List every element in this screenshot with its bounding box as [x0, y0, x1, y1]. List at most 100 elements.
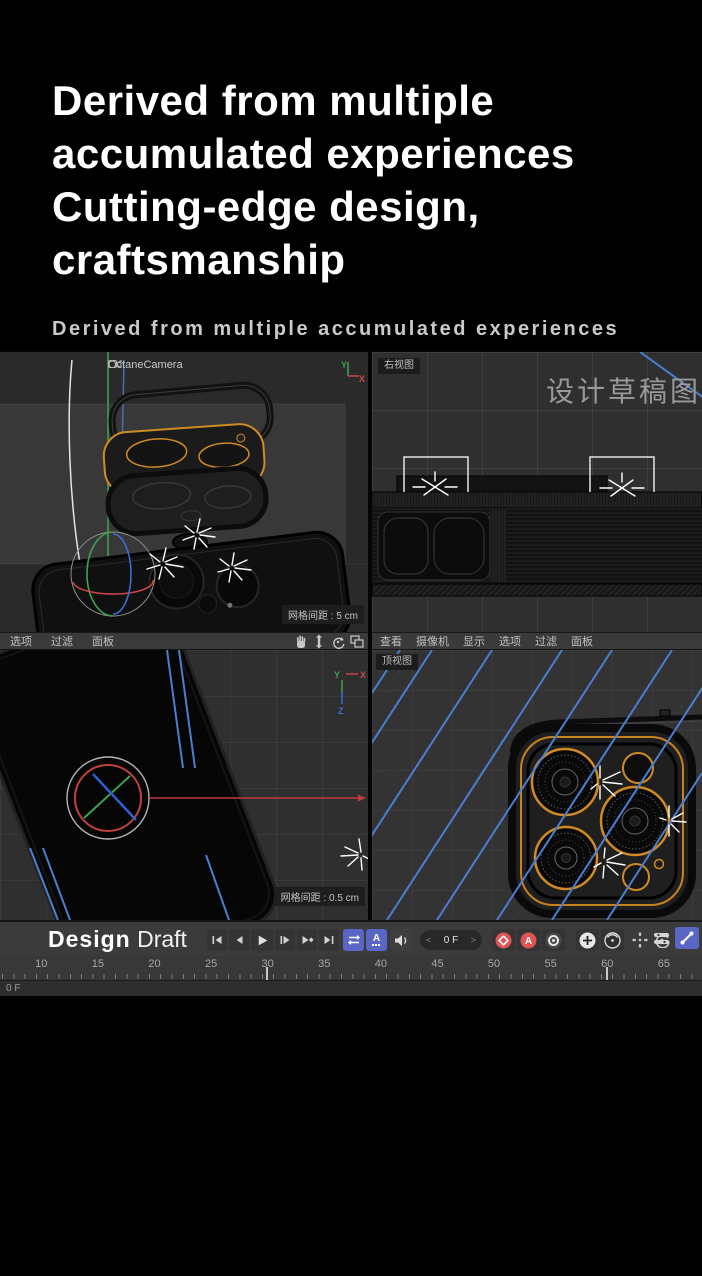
keyframe-mode-button[interactable]: A — [366, 929, 387, 951]
menu-items: 查看摄像机显示选项过滤面板 — [380, 633, 607, 649]
next-frame-icon — [279, 934, 291, 946]
pan-icon[interactable] — [294, 634, 308, 649]
move-vertical-icon[interactable] — [313, 634, 326, 649]
animation-toolbar: Design Draft — [0, 920, 702, 956]
svg-text:Y: Y — [341, 360, 347, 370]
frame-next-arrow[interactable]: > — [471, 935, 476, 945]
next-frame-button[interactable] — [275, 929, 295, 951]
frame-prev-arrow[interactable]: < — [426, 935, 431, 945]
axis-hud: Y X — [341, 360, 365, 384]
page-title-line: accumulated experiences — [52, 127, 575, 180]
prev-key-button[interactable] — [229, 929, 249, 951]
spark — [341, 839, 368, 870]
title-bold: Design — [48, 926, 131, 952]
page-title-line: Cutting-edge design, — [52, 180, 575, 233]
viewport-menubar-right: 查看摄像机显示选项过滤面板 — [372, 632, 702, 650]
next-key-icon — [301, 934, 314, 946]
design-draft-title: Design Draft — [48, 926, 187, 953]
case-disc — [106, 467, 268, 536]
ruler-number: 55 — [522, 958, 579, 970]
ruler-marker-30 — [266, 967, 268, 980]
goto-start-button[interactable] — [207, 929, 227, 951]
menu-item[interactable]: 选项 — [499, 633, 521, 649]
maximize-view-icon[interactable] — [350, 635, 364, 648]
snap-icon — [679, 930, 695, 946]
record-keyframe-icon — [495, 932, 512, 949]
timeline-ruler[interactable]: 101520253035404550556065 — [0, 956, 702, 980]
menu-items: 选项 过滤 面板 — [10, 633, 133, 649]
lens — [535, 827, 597, 889]
grid-spacing-badge: 网格间距 : 0.5 cm — [275, 887, 365, 906]
ruler-number: 25 — [183, 958, 240, 970]
snap-toggle[interactable] — [675, 927, 699, 949]
sensor-circle — [623, 864, 649, 890]
record-pla-toggle[interactable] — [649, 927, 673, 949]
keyframe-selection-button[interactable] — [542, 929, 565, 951]
perspective-canvas[interactable]: Y X — [0, 352, 368, 632]
viewport-top-label: 顶视图 — [376, 654, 418, 670]
title-regular: Draft — [137, 926, 187, 952]
menu-item[interactable]: 过滤 — [51, 633, 73, 649]
loop-playback-button[interactable] — [343, 929, 364, 951]
viewport-top[interactable]: 顶视图 — [372, 650, 702, 920]
menu-item[interactable]: 面板 — [92, 633, 114, 649]
menu-item[interactable]: 显示 — [463, 633, 485, 649]
lens — [601, 787, 669, 855]
play-button[interactable] — [251, 929, 273, 951]
menu-item[interactable]: 查看 — [380, 633, 402, 649]
viewport-menubar-left: 选项 过滤 面板 — [0, 632, 368, 650]
svg-text:X: X — [359, 374, 365, 384]
dotted-move-icon — [632, 932, 648, 948]
page: { "header": { "title_lines": ["Derived f… — [0, 0, 702, 1276]
top-view-canvas[interactable] — [372, 650, 702, 920]
goto-end-icon — [323, 934, 335, 946]
frame-value: 0 F — [444, 935, 458, 946]
page-subtitle: Derived from multiple accumulated experi… — [52, 318, 619, 341]
autokey-icon: A — [520, 932, 537, 949]
keyframe-selection-icon — [545, 932, 562, 949]
menu-item[interactable]: 选项 — [10, 633, 32, 649]
ruler-number: 20 — [126, 958, 183, 970]
goto-end-button[interactable] — [319, 929, 339, 951]
axis-hud: Y X Z — [334, 670, 366, 716]
svg-text:Y: Y — [334, 670, 340, 680]
record-position-button[interactable] — [576, 929, 599, 951]
watermark-text: 设计草稿图 — [546, 370, 701, 410]
ruler-number: 50 — [466, 958, 523, 970]
next-key-button[interactable] — [297, 929, 317, 951]
viewport-front[interactable]: Y X Z 网格间距 : 0.5 cm — [0, 650, 368, 920]
svg-text:A: A — [525, 936, 532, 947]
play-icon — [256, 934, 269, 947]
speaker-icon — [394, 934, 408, 947]
frame-counter-field[interactable]: < 0 F > — [420, 930, 482, 950]
phone-side-profile — [372, 476, 702, 596]
camera-label[interactable]: OctaneCamera — [108, 359, 183, 371]
ruler-ticks — [2, 974, 700, 979]
menu-item[interactable]: 摄像机 — [416, 633, 449, 649]
front-view-canvas[interactable]: Y X Z — [0, 650, 368, 920]
ruler-numbers: 101520253035404550556065 — [13, 958, 692, 970]
loop-icon — [347, 934, 361, 946]
ruler-number: 45 — [409, 958, 466, 970]
record-keyframe-button[interactable] — [492, 929, 515, 951]
viewport-right[interactable]: 右视图 设计草稿图 — [372, 352, 702, 632]
ruler-number: 10 — [13, 958, 70, 970]
menu-item[interactable]: 面板 — [571, 633, 593, 649]
flash-circle — [623, 753, 653, 783]
ruler-number: 15 — [70, 958, 127, 970]
record-scale-toggle[interactable] — [630, 929, 650, 951]
record-rotation-button[interactable] — [601, 929, 624, 951]
current-frame-label: 0 F — [6, 983, 20, 994]
viewport-perspective[interactable]: OctaneCamera — [0, 352, 368, 632]
ruler-number: 65 — [636, 958, 693, 970]
ruler-number: 40 — [353, 958, 410, 970]
pla-bars-icon — [653, 931, 670, 946]
c4d-window: OctaneCamera — [0, 350, 702, 996]
record-rotation-icon — [604, 932, 621, 949]
sound-button[interactable] — [390, 929, 412, 951]
rotate-view-icon[interactable] — [331, 635, 345, 649]
autokey-button[interactable]: A — [517, 929, 540, 951]
menu-item[interactable]: 过滤 — [535, 633, 557, 649]
current-frame-strip[interactable]: 0 F — [0, 980, 702, 996]
viewport-right-label: 右视图 — [378, 358, 420, 374]
